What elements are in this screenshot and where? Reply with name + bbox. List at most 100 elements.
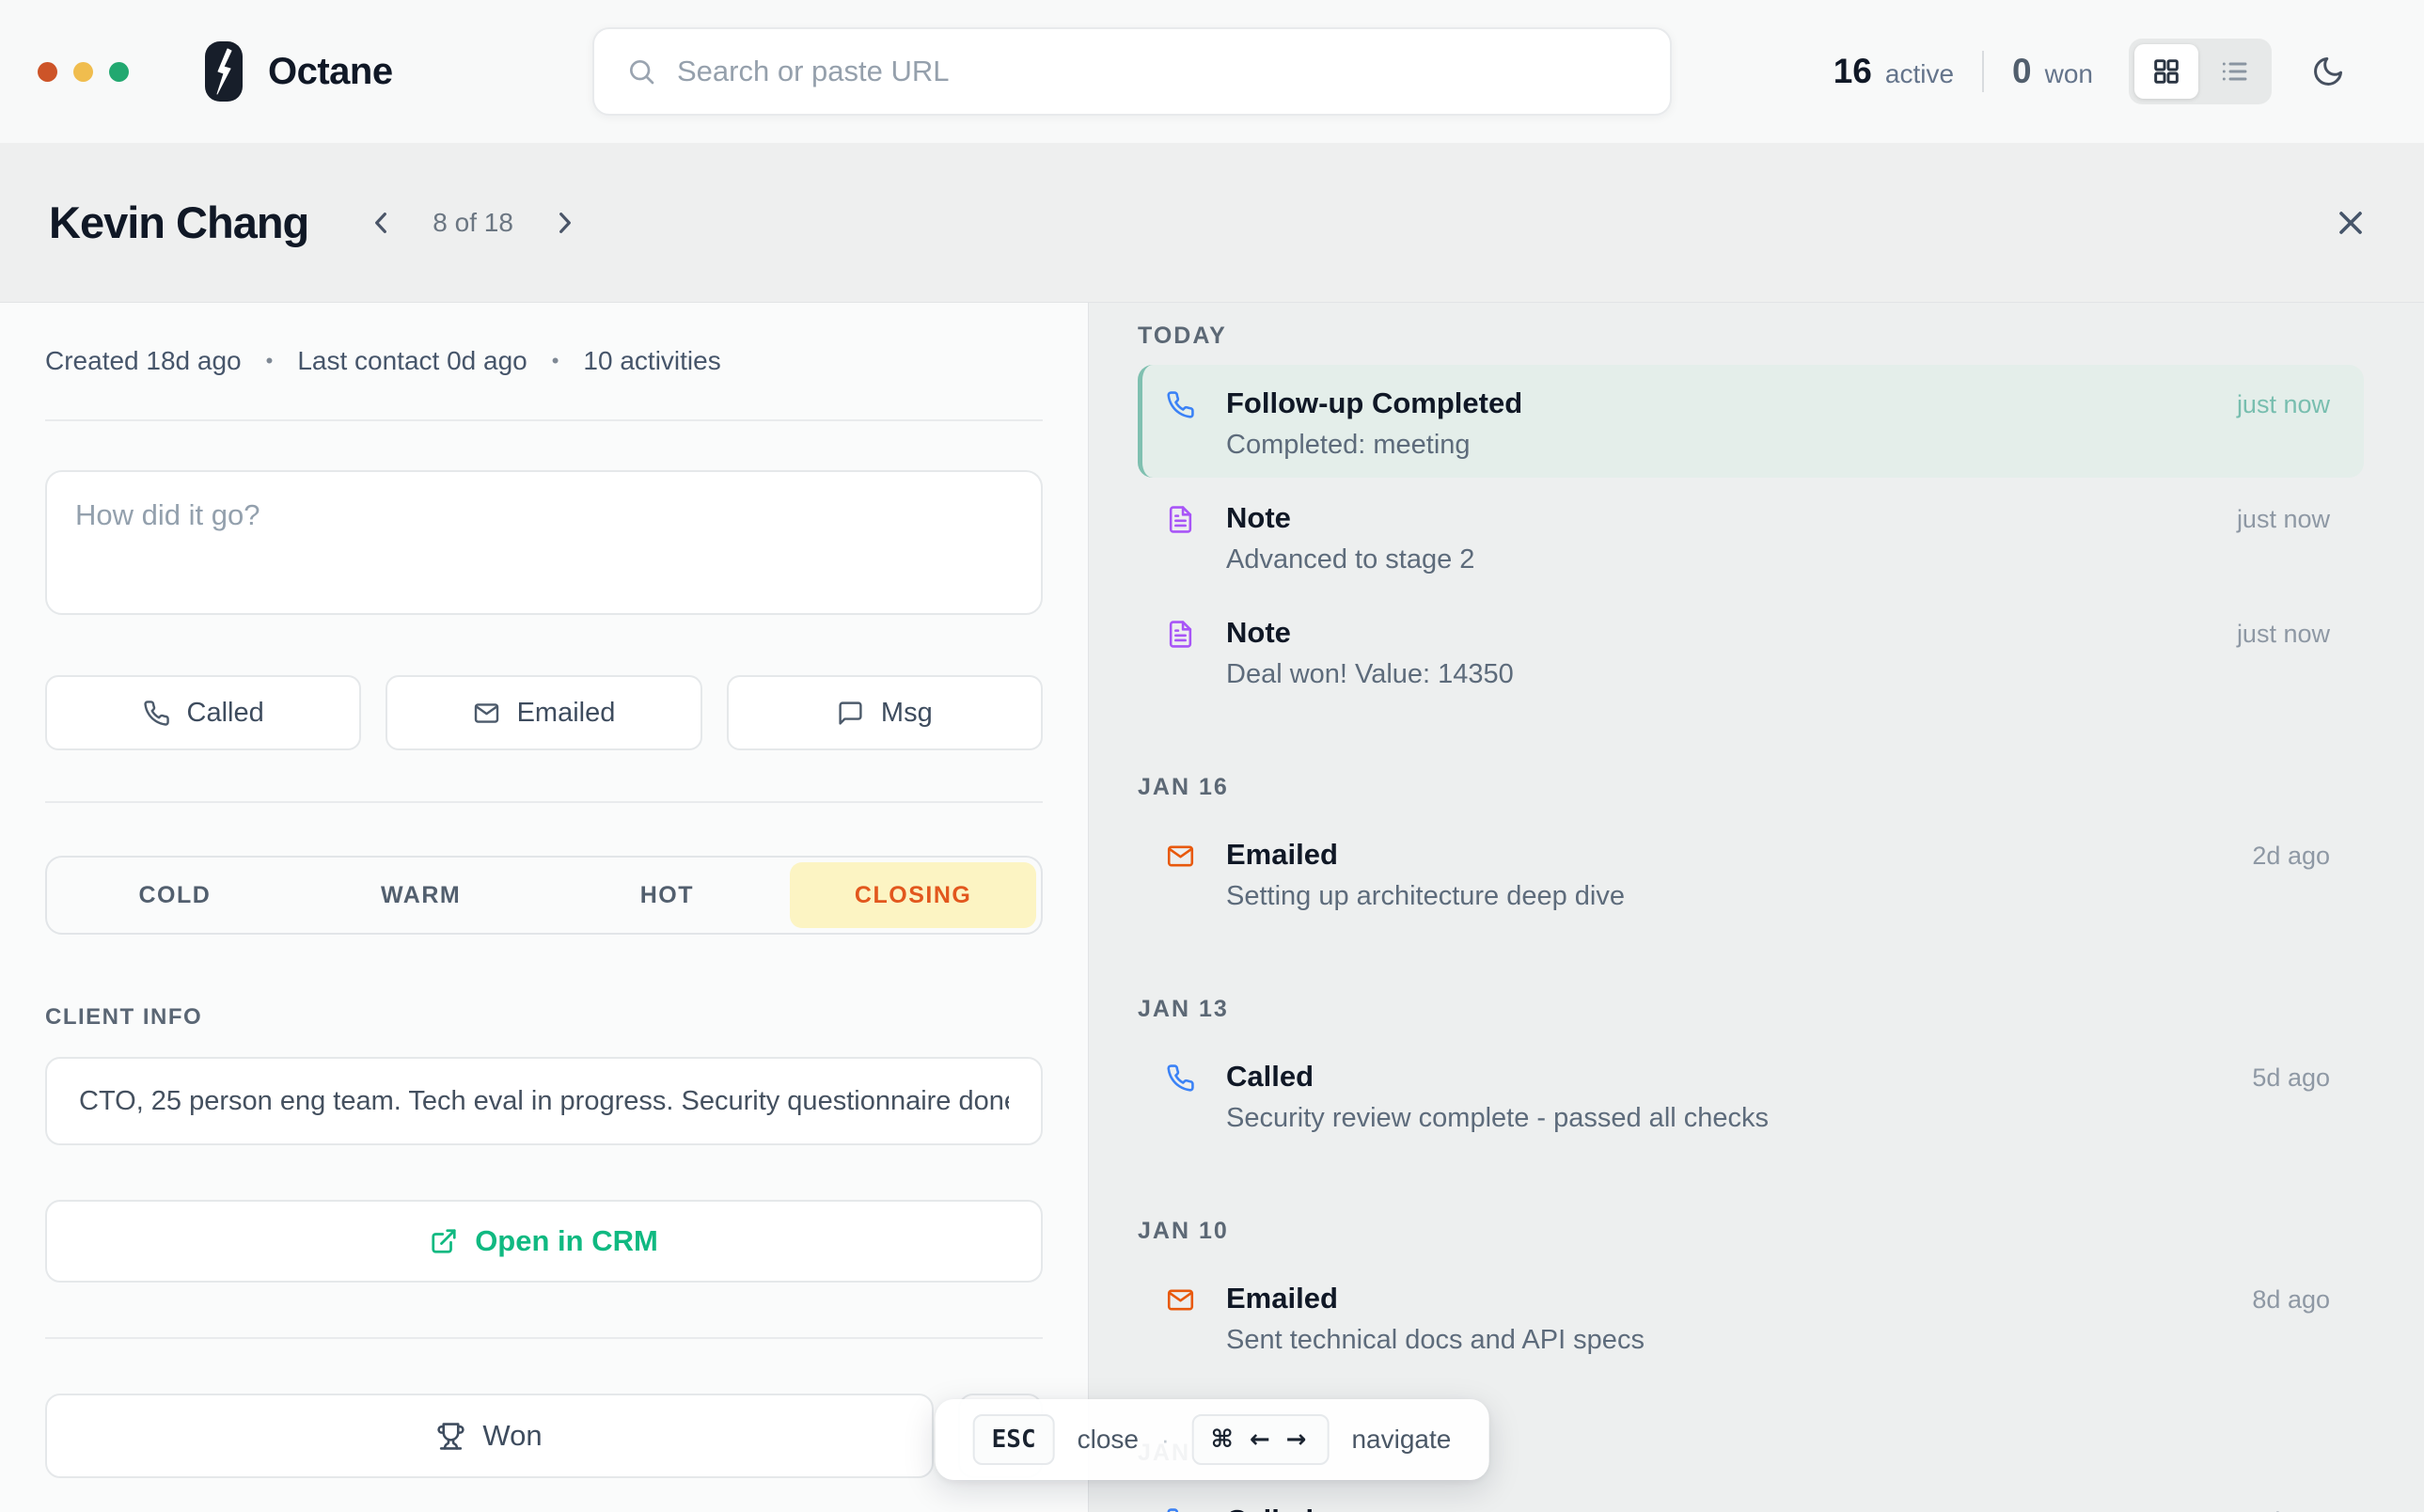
phone-icon [143, 700, 170, 727]
emailed-label: Emailed [517, 698, 616, 729]
timeline-section: TODAY Follow-up Completed just now Compl… [1138, 322, 2364, 707]
timeline-date-label: JAN 10 [1138, 1217, 2364, 1245]
divider [45, 419, 1043, 421]
timeline-item-subtitle: Setting up architecture deep dive [1226, 880, 2330, 912]
phone-icon [1166, 1059, 1198, 1134]
prev-lead-button[interactable] [361, 202, 402, 244]
divider [45, 801, 1043, 803]
timeline-item[interactable]: Emailed 8d ago Sent technical docs and A… [1138, 1260, 2364, 1373]
window-zoom-button[interactable] [109, 62, 129, 82]
timeline-date-label: JAN 13 [1138, 995, 2364, 1023]
phone-icon [1166, 1503, 1198, 1512]
timeline-section: JAN 16 Emailed 2d ago Setting up archite… [1138, 773, 2364, 929]
lead-meta: Created 18d ago • Last contact 0d ago • … [45, 346, 1043, 376]
temp-cold[interactable]: COLD [52, 862, 298, 928]
navigate-keys: ⌘ ← → [1192, 1414, 1330, 1465]
timeline-item-time: 8d ago [2252, 1285, 2330, 1315]
last-contact: Last contact 0d ago [297, 346, 527, 376]
chevron-left-icon [367, 208, 397, 238]
global-search[interactable] [592, 27, 1672, 116]
msg-button[interactable]: Msg [727, 675, 1043, 750]
note-icon [1166, 500, 1198, 575]
client-info-label: CLIENT INFO [45, 1004, 1043, 1031]
lead-detail-panel: Created 18d ago • Last contact 0d ago • … [0, 303, 1089, 1512]
dark-mode-toggle[interactable] [2311, 55, 2345, 88]
close-icon [2332, 204, 2369, 242]
timeline-item[interactable]: Note just now Deal won! Value: 14350 [1138, 594, 2364, 707]
top-bar: Octane 16 active 0 won [0, 0, 2424, 143]
timeline-item-time: just now [2237, 390, 2330, 419]
phone-icon [1166, 386, 1198, 461]
search-icon [626, 56, 656, 87]
client-info-input[interactable] [45, 1057, 1043, 1145]
emailed-button[interactable]: Emailed [386, 675, 701, 750]
timeline-item[interactable]: Called 11d ago [1138, 1482, 2364, 1512]
timeline-item-time: 2d ago [2252, 842, 2330, 871]
active-count: 16 [1834, 52, 1872, 91]
search-input[interactable] [677, 55, 1617, 88]
timeline-item[interactable]: Emailed 2d ago Setting up architecture d… [1138, 816, 2364, 929]
msg-label: Msg [881, 698, 933, 729]
timeline-item-title: Emailed [1226, 837, 1338, 873]
note-icon [1166, 615, 1198, 690]
timeline-item[interactable]: Note just now Advanced to stage 2 [1138, 480, 2364, 592]
timeline-item-subtitle: Advanced to stage 2 [1226, 543, 2330, 575]
timeline-item-title: Note [1226, 615, 1291, 651]
external-link-icon [430, 1227, 458, 1255]
timeline-date-label: JAN 16 [1138, 773, 2364, 801]
timeline-item-time: just now [2237, 505, 2330, 534]
mail-icon [1166, 837, 1198, 912]
pager-nav: 8 of 18 [361, 202, 585, 244]
lead-header: Kevin Chang 8 of 18 [0, 143, 2424, 303]
trophy-icon [436, 1422, 465, 1451]
window-controls [38, 62, 129, 82]
timeline-item[interactable]: Follow-up Completed just now Completed: … [1138, 365, 2364, 478]
won-button[interactable]: Won [45, 1394, 934, 1478]
note-input[interactable] [45, 470, 1043, 615]
brand: Octane [204, 40, 393, 102]
list-view-button[interactable] [2202, 44, 2266, 99]
navigate-shortcut-label: navigate [1351, 1425, 1451, 1455]
stat-divider [1982, 51, 1984, 92]
activities-count: 10 activities [583, 346, 720, 376]
meta-separator: • [552, 349, 559, 373]
view-toggle [2129, 39, 2272, 104]
open-in-crm-label: Open in CRM [475, 1224, 658, 1258]
timeline-item-title: Called [1226, 1059, 1314, 1095]
timeline-item-title: Emailed [1226, 1281, 1338, 1316]
pager-position: 8 of 18 [433, 208, 513, 238]
temp-closing[interactable]: CLOSING [790, 862, 1036, 928]
open-in-crm-button[interactable]: Open in CRM [45, 1200, 1043, 1283]
window-minimize-button[interactable] [73, 62, 93, 82]
window-close-button[interactable] [38, 62, 57, 82]
timeline-item-time: 5d ago [2252, 1063, 2330, 1093]
grid-view-button[interactable] [2134, 44, 2198, 99]
temp-hot[interactable]: HOT [544, 862, 791, 928]
temperature-selector: COLD WARM HOT CLOSING [45, 856, 1043, 935]
outcome-row: Won [45, 1394, 1043, 1478]
timeline-item-subtitle: Deal won! Value: 14350 [1226, 658, 2330, 690]
won-label: won [2045, 59, 2093, 89]
won-count: 0 [2012, 52, 2032, 91]
timeline-item-title: Note [1226, 500, 1291, 536]
timeline-item-time: just now [2237, 620, 2330, 649]
timeline-item-subtitle: Sent technical docs and API specs [1226, 1324, 2330, 1356]
divider [45, 1337, 1043, 1339]
called-button[interactable]: Called [45, 675, 361, 750]
shortcut-separator: · [1161, 1425, 1170, 1455]
activity-timeline: TODAY Follow-up Completed just now Compl… [1089, 303, 2424, 1512]
won-stat: 0 won [2012, 52, 2093, 91]
won-label: Won [482, 1419, 542, 1453]
created-ago: Created 18d ago [45, 346, 242, 376]
close-panel-button[interactable] [2326, 198, 2375, 247]
shortcut-bar: ESC close · ⌘ ← → navigate [936, 1399, 1489, 1480]
called-label: Called [187, 698, 264, 729]
next-lead-button[interactable] [543, 202, 585, 244]
message-icon [837, 700, 864, 727]
close-shortcut-label: close [1078, 1425, 1139, 1455]
timeline-item-title: Follow-up Completed [1226, 386, 1522, 421]
esc-key: ESC [973, 1414, 1055, 1465]
chevron-right-icon [549, 208, 579, 238]
temp-warm[interactable]: WARM [298, 862, 544, 928]
timeline-item[interactable]: Called 5d ago Security review complete -… [1138, 1038, 2364, 1151]
